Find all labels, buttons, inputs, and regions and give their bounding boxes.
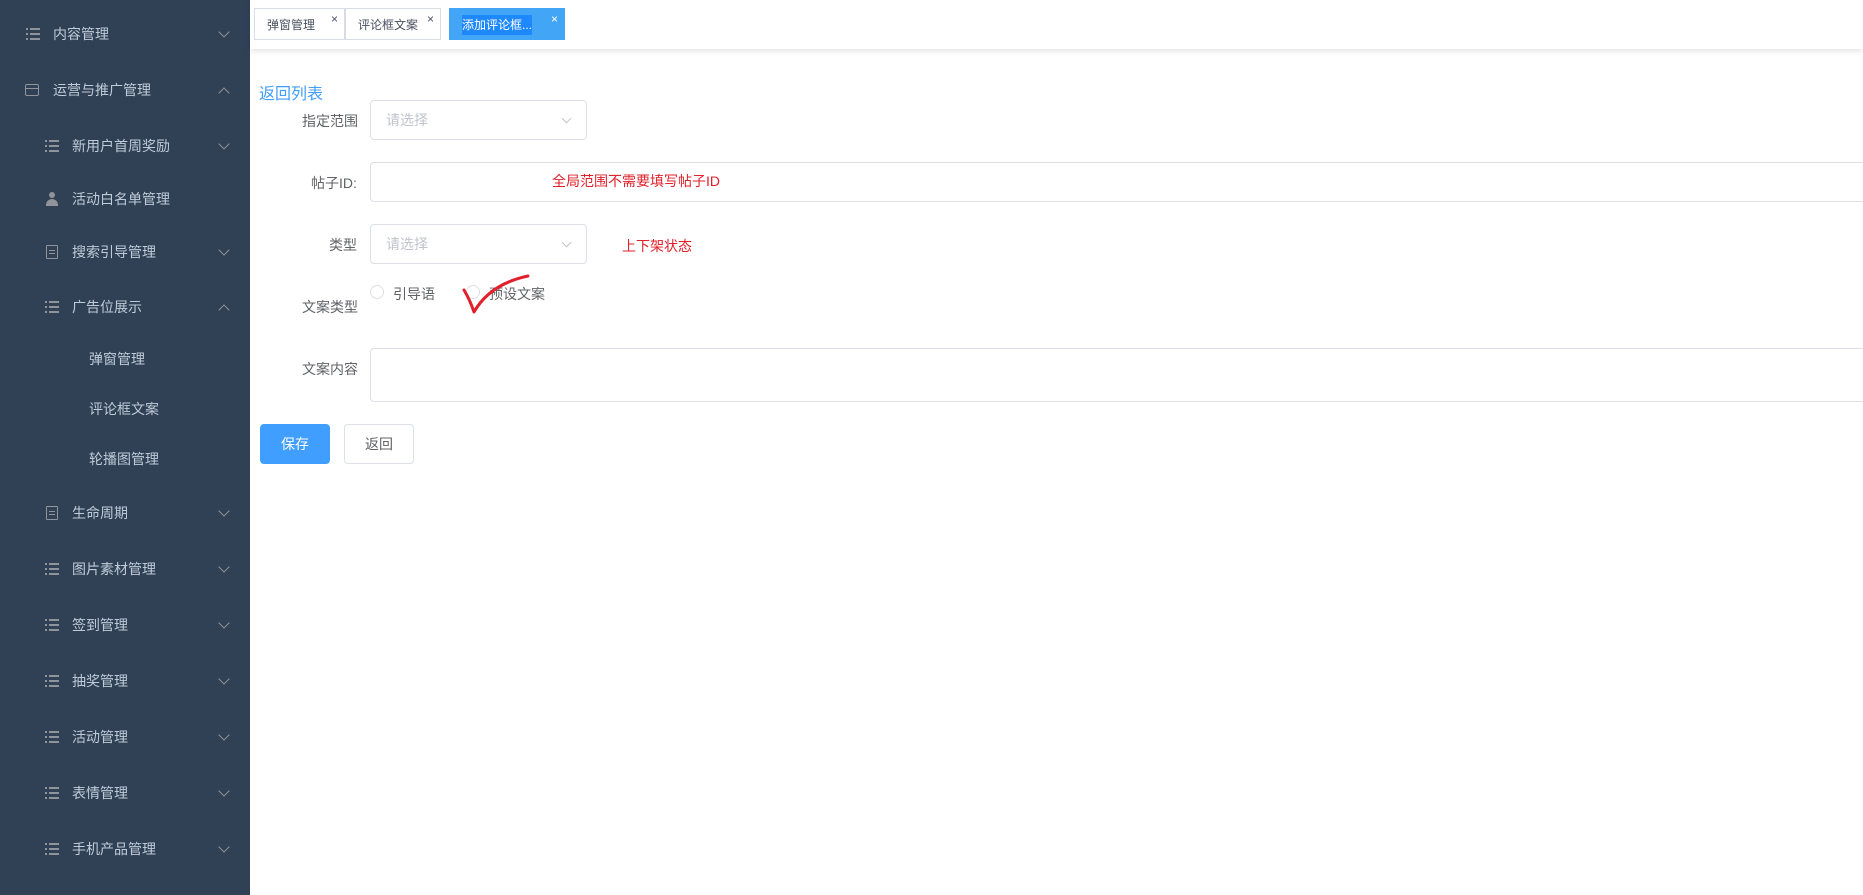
- type-placeholder: 请选择: [386, 236, 428, 252]
- chevron-down-icon: [218, 561, 230, 573]
- chevron-down-icon: [218, 26, 230, 38]
- list-icon: [45, 674, 59, 688]
- sidebar-item-label: 搜索引导管理: [72, 244, 156, 260]
- document-icon: [45, 245, 59, 259]
- sidebar-item-carousel[interactable]: 轮播图管理: [0, 431, 250, 487]
- tag-popup-management[interactable]: 弹窗管理 ×: [254, 8, 345, 40]
- sidebar-item-lifecycle[interactable]: 生命周期: [0, 485, 250, 541]
- chevron-down-icon: [218, 505, 230, 517]
- sidebar: 内容管理 运营与推广管理 新用户首周奖励 活动白名单管理 搜索引导管理 广告位展…: [0, 0, 250, 895]
- sidebar-item-label: 轮播图管理: [89, 451, 159, 467]
- sidebar-item-activity[interactable]: 活动管理: [0, 709, 250, 765]
- scope-select[interactable]: 请选择: [370, 100, 587, 140]
- radio-guide-text[interactable]: [370, 285, 384, 299]
- chevron-down-icon: [218, 785, 230, 797]
- post-id-label: 帖子ID:: [311, 175, 357, 191]
- tag-comment-copy[interactable]: 评论框文案 ×: [345, 8, 441, 40]
- tag-label: 评论框文案: [358, 17, 419, 32]
- chevron-up-icon: [218, 87, 230, 99]
- list-icon: [45, 300, 59, 314]
- type-select[interactable]: 请选择: [370, 224, 587, 264]
- content-textarea[interactable]: [370, 348, 1863, 402]
- copy-type-label: 文案类型: [302, 299, 358, 315]
- close-icon[interactable]: ×: [331, 13, 338, 25]
- sidebar-item-checkin[interactable]: 签到管理: [0, 597, 250, 653]
- list-icon: [26, 27, 40, 41]
- sidebar-item-label: 生命周期: [72, 505, 128, 521]
- content-label: 文案内容: [302, 361, 358, 377]
- sidebar-item-label: 活动白名单管理: [72, 191, 170, 207]
- chevron-down-icon: [218, 729, 230, 741]
- chevron-down-icon: [561, 237, 572, 248]
- sidebar-item-new-user-reward[interactable]: 新用户首周奖励: [0, 118, 250, 174]
- sidebar-item-phone-products[interactable]: 手机产品管理: [0, 821, 250, 877]
- sidebar-item-search-guide[interactable]: 搜索引导管理: [0, 224, 250, 280]
- tags-bar: 弹窗管理 × 评论框文案 × 添加评论框... ×: [250, 0, 1863, 49]
- sidebar-item-label: 弹窗管理: [89, 351, 145, 367]
- tag-label: 弹窗管理: [267, 17, 316, 32]
- sidebar-item-label: 评论框文案: [89, 401, 159, 417]
- chevron-down-icon: [218, 138, 230, 150]
- close-icon[interactable]: ×: [551, 13, 558, 25]
- sidebar-item-emoji[interactable]: 表情管理: [0, 765, 250, 821]
- list-icon: [45, 139, 59, 153]
- red-checkmark-annotation: [462, 274, 530, 314]
- sidebar-item-label: 运营与推广管理: [53, 82, 151, 98]
- document-icon: [45, 506, 59, 520]
- tag-add-comment-copy[interactable]: 添加评论框... ×: [449, 8, 565, 40]
- chevron-down-icon: [218, 841, 230, 853]
- save-button[interactable]: 保存: [260, 424, 330, 464]
- back-button[interactable]: 返回: [344, 424, 414, 464]
- sidebar-item-label: 新用户首周奖励: [72, 138, 170, 154]
- type-label: 类型: [329, 237, 357, 253]
- chevron-down-icon: [561, 113, 572, 124]
- sidebar-item-ad-display[interactable]: 广告位展示: [0, 279, 250, 335]
- chevron-down-icon: [218, 617, 230, 629]
- sidebar-item-label: 活动管理: [72, 729, 128, 745]
- tag-label: 添加评论框...: [462, 17, 533, 32]
- back-to-list-link[interactable]: 返回列表: [259, 80, 323, 104]
- sidebar-item-image-assets[interactable]: 图片素材管理: [0, 541, 250, 597]
- card-icon: [25, 83, 39, 97]
- sidebar-item-popup-management[interactable]: 弹窗管理: [0, 331, 250, 387]
- list-icon: [45, 730, 59, 744]
- radio-guide-text-label[interactable]: 引导语: [393, 284, 435, 304]
- list-icon: [45, 562, 59, 576]
- sidebar-item-operations[interactable]: 运营与推广管理: [0, 62, 250, 118]
- sidebar-item-lottery[interactable]: 抽奖管理: [0, 653, 250, 709]
- chevron-up-icon: [218, 304, 230, 316]
- sidebar-item-label: 抽奖管理: [72, 673, 128, 689]
- chevron-down-icon: [218, 244, 230, 256]
- sidebar-item-content-management[interactable]: 内容管理: [0, 6, 250, 62]
- list-icon: [45, 786, 59, 800]
- list-icon: [45, 842, 59, 856]
- sidebar-item-label: 表情管理: [72, 785, 128, 801]
- sidebar-item-whitelist[interactable]: 活动白名单管理: [0, 171, 250, 227]
- post-id-annotation: 全局范围不需要填写帖子ID: [552, 173, 720, 189]
- sidebar-item-label: 手机产品管理: [72, 841, 156, 857]
- type-annotation: 上下架状态: [622, 238, 692, 254]
- scope-label: 指定范围: [302, 113, 358, 129]
- sidebar-item-label: 签到管理: [72, 617, 128, 633]
- sidebar-item-comment-copy[interactable]: 评论框文案: [0, 381, 250, 437]
- sidebar-item-label: 广告位展示: [72, 299, 142, 315]
- scope-placeholder: 请选择: [386, 112, 428, 128]
- chevron-down-icon: [218, 673, 230, 685]
- user-icon: [45, 192, 59, 206]
- list-icon: [45, 618, 59, 632]
- close-icon[interactable]: ×: [427, 13, 434, 25]
- sidebar-item-label: 图片素材管理: [72, 561, 156, 577]
- sidebar-item-label: 内容管理: [53, 26, 109, 42]
